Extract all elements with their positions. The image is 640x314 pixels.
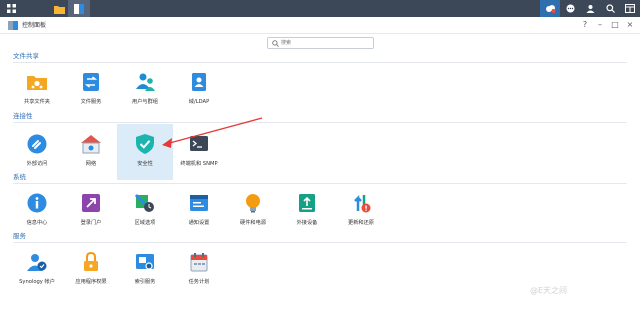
section-title-services: 服务	[13, 232, 26, 240]
tile-label: 外部访问	[26, 161, 48, 167]
tile-label: 信息中心	[26, 220, 48, 226]
watermark: @E天之间	[530, 286, 568, 295]
terminal-snmp-icon	[190, 136, 208, 151]
tile-synology-account[interactable]: Synology 帐户	[9, 242, 65, 298]
info-center-icon	[27, 193, 47, 213]
tile-info-center[interactable]: 信息中心	[9, 183, 65, 239]
tile-label: 文件服务	[80, 99, 102, 105]
login-portal-icon	[82, 194, 100, 212]
security-shield-icon	[136, 134, 154, 154]
tile-label: 通知设置	[188, 220, 210, 226]
tile-app-privileges[interactable]: 应用程序权限	[63, 242, 119, 298]
tile-label: 区域选项	[134, 220, 156, 226]
window-title: 控制面板	[22, 22, 47, 29]
tile-label: 更新和还原	[348, 220, 374, 226]
close-icon[interactable]: ×	[626, 19, 634, 31]
notification-icon	[190, 195, 208, 211]
tile-label: 应用程序权限	[75, 279, 107, 285]
tile-security[interactable]: 安全性	[117, 124, 173, 180]
hardware-power-icon	[246, 194, 260, 213]
tile-label: 共享文件夹	[24, 99, 50, 105]
tile-indexing-service[interactable]: 索引服务	[117, 242, 173, 298]
section-title-connectivity: 连接性	[13, 112, 33, 120]
control-panel-icon	[8, 21, 18, 30]
tile-label: 索引服务	[134, 279, 156, 285]
tile-notification[interactable]: 通知设置	[171, 183, 227, 239]
search-box[interactable]	[267, 37, 374, 49]
user-icon[interactable]	[580, 0, 600, 17]
tile-external-access[interactable]: 外部访问	[9, 124, 65, 180]
tile-shared-folder[interactable]: 共享文件夹	[9, 62, 65, 118]
divider	[13, 122, 627, 123]
tile-update-restore[interactable]: 更新和还原	[333, 183, 389, 239]
tile-label: 安全性	[137, 161, 153, 167]
tile-login-portal[interactable]: 登录门户	[63, 183, 119, 239]
regional-options-icon	[134, 193, 154, 212]
tile-domain-ldap[interactable]: 域/LDAP	[171, 62, 227, 118]
network-icon	[81, 135, 101, 154]
tile-label: 终端机和 SNMP	[180, 161, 218, 167]
widgets-icon[interactable]	[620, 0, 640, 17]
tile-task-scheduler[interactable]: 任务计划	[171, 242, 227, 298]
user-group-icon	[136, 73, 155, 91]
tile-network[interactable]: 网络	[63, 124, 119, 180]
tile-label: 域/LDAP	[188, 99, 210, 105]
section-title-file-sharing: 文件共享	[13, 52, 39, 60]
tile-label: 外接设备	[296, 220, 318, 226]
external-access-icon	[27, 134, 47, 154]
tile-label: Synology 帐户	[19, 279, 55, 285]
search-input[interactable]	[281, 38, 371, 48]
cloud-sync-icon[interactable]	[540, 0, 560, 17]
search-icon	[272, 40, 279, 47]
chat-icon[interactable]	[560, 0, 580, 17]
tile-file-services[interactable]: 文件服务	[63, 62, 119, 118]
tile-hardware-power[interactable]: 硬件和电源	[225, 183, 281, 239]
file-station-icon[interactable]	[48, 0, 70, 17]
tile-external-devices[interactable]: 外接设备	[279, 183, 335, 239]
synology-account-icon	[27, 254, 47, 271]
shared-folder-icon	[27, 76, 47, 90]
help-icon[interactable]: ?	[581, 19, 589, 31]
window-titlebar: 控制面板 ? – □ ×	[0, 17, 640, 34]
external-devices-icon	[299, 194, 315, 212]
update-restore-icon	[354, 194, 371, 213]
minimize-icon[interactable]: –	[596, 19, 604, 31]
tile-label: 登录门户	[80, 220, 102, 226]
tile-regional-options[interactable]: 区域选项	[117, 183, 173, 239]
search-taskbar-icon[interactable]	[600, 0, 620, 17]
tile-label: 硬件和电源	[240, 220, 266, 226]
file-services-icon	[83, 73, 99, 91]
control-panel-taskbar-icon[interactable]	[68, 0, 90, 17]
tile-terminal-snmp[interactable]: 终端机和 SNMP	[171, 124, 227, 180]
section-title-system: 系统	[13, 173, 26, 181]
indexing-service-icon	[136, 254, 154, 270]
domain-ldap-icon	[192, 73, 206, 91]
maximize-icon[interactable]: □	[611, 19, 619, 31]
task-scheduler-icon	[190, 253, 208, 272]
main-menu-grid-icon[interactable]	[0, 0, 22, 17]
tile-user-group[interactable]: 用户与群组	[117, 62, 173, 118]
tile-label: 网络	[85, 161, 97, 167]
tile-label: 用户与群组	[132, 99, 158, 105]
app-privileges-icon	[84, 251, 98, 271]
tile-label: 任务计划	[188, 279, 210, 285]
taskbar	[0, 0, 640, 17]
